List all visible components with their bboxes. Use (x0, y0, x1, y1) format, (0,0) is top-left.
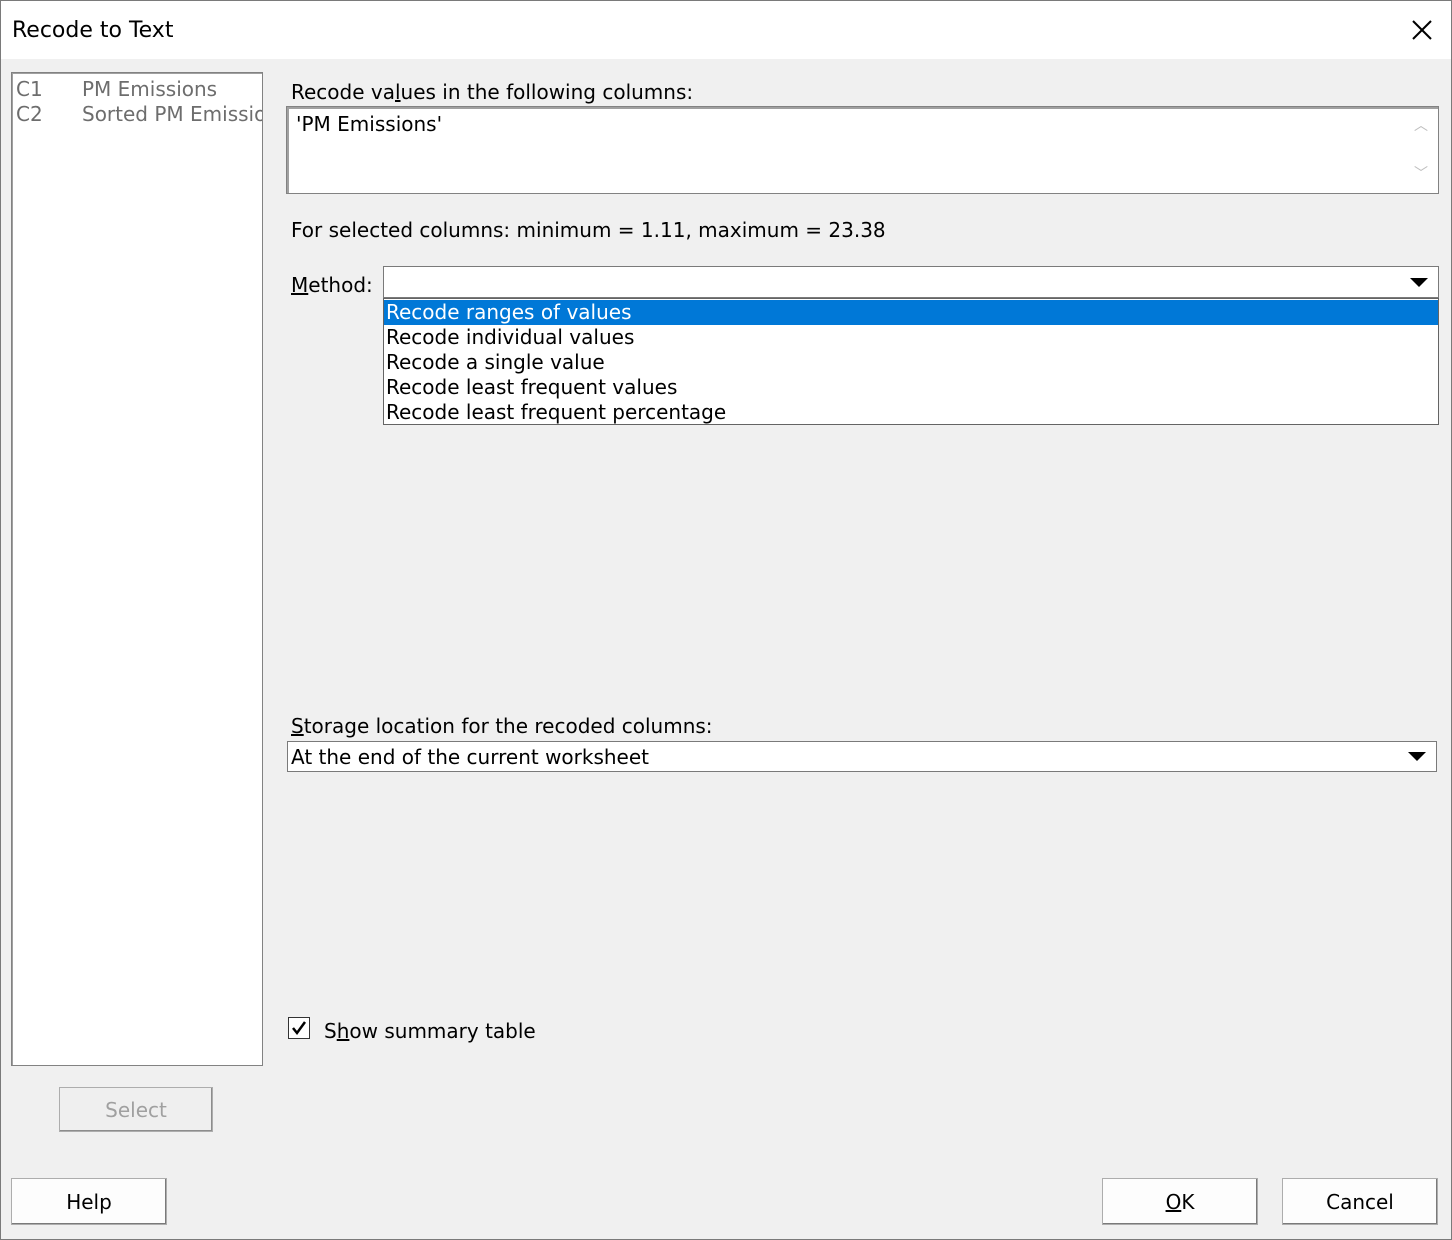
dialog-title: Recode to Text (12, 18, 174, 43)
method-label: Method: (291, 273, 373, 297)
label-text: ethod: (308, 273, 373, 297)
close-button[interactable] (1393, 1, 1451, 59)
title-bar: Recode to Text (1, 1, 1451, 59)
storage-location-value: At the end of the current worksheet (291, 745, 650, 769)
method-combobox[interactable] (383, 266, 1439, 298)
label-mnemonic: M (291, 273, 309, 297)
help-button[interactable]: Help (11, 1178, 167, 1225)
label-text: torage location for the recoded columns: (303, 714, 713, 738)
column-list[interactable]: C1 PM Emissions C2 Sorted PM Emissior (11, 72, 263, 1066)
checkmark-icon (292, 1021, 307, 1036)
label-mnemonic: S (291, 714, 304, 738)
column-stats-text: For selected columns: minimum = 1.11, ma… (291, 218, 886, 242)
chevron-down-icon[interactable] (1404, 271, 1434, 293)
method-option[interactable]: Recode individual values (384, 325, 1438, 350)
method-option[interactable]: Recode a single value (384, 350, 1438, 375)
chevron-down-icon[interactable] (1402, 745, 1432, 767)
method-option[interactable]: Recode least frequent percentage (384, 400, 1438, 425)
label-text: ow summary table (349, 1019, 536, 1043)
select-button[interactable]: Select (59, 1087, 213, 1132)
storage-location-label: Storage location for the recoded columns… (291, 714, 713, 738)
label-text: ues in the following columns: (400, 80, 694, 104)
method-dropdown-list[interactable]: Recode ranges of values Recode individua… (383, 298, 1439, 425)
column-id: C2 (16, 102, 43, 126)
close-icon (1412, 20, 1432, 40)
storage-location-combobox[interactable]: At the end of the current worksheet (287, 741, 1437, 772)
recode-columns-label: Recode values in the following columns: (291, 80, 693, 104)
scroll-up-icon[interactable]: ︿ (1414, 119, 1428, 133)
label-mnemonic: h (336, 1019, 350, 1043)
cancel-button[interactable]: Cancel (1282, 1178, 1438, 1225)
label-text: S (324, 1019, 337, 1043)
recode-columns-field[interactable]: 'PM Emissions' ︿ ﹀ (286, 106, 1439, 194)
column-id: C1 (16, 77, 43, 101)
label-text: Recode va (291, 80, 395, 104)
show-summary-label[interactable]: Show summary table (324, 1019, 536, 1043)
column-name: PM Emissions (82, 77, 218, 101)
column-name: Sorted PM Emissior (82, 102, 263, 126)
label-text: K (1181, 1189, 1195, 1214)
label-mnemonic: O (1165, 1189, 1182, 1214)
method-option[interactable]: Recode ranges of values (384, 300, 1438, 325)
scroll-down-icon[interactable]: ﹀ (1414, 167, 1428, 181)
show-summary-checkbox[interactable] (288, 1017, 310, 1039)
recode-to-text-dialog: Recode to Text C1 PM Emissions C2 Sorted… (0, 0, 1452, 1240)
ok-button[interactable]: OK (1102, 1178, 1258, 1225)
recode-columns-value: 'PM Emissions' (296, 112, 443, 136)
method-option[interactable]: Recode least frequent values (384, 375, 1438, 400)
